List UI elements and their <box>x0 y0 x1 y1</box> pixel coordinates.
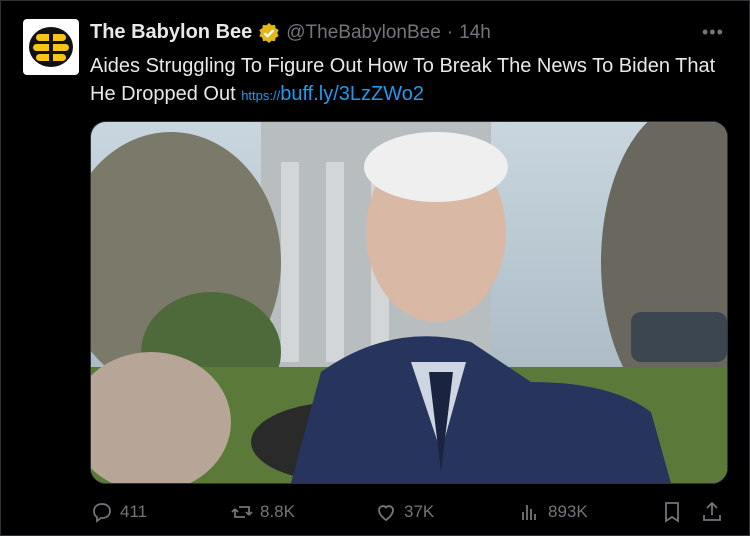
views-count: 893K <box>548 502 588 521</box>
reply-count: 411 <box>120 502 148 521</box>
action-bar: 411 8.8K 37K 893K <box>90 500 730 526</box>
link-text: buff.ly/3LzZWo2 <box>280 83 425 105</box>
media-image[interactable] <box>90 121 728 484</box>
post-time[interactable]: 14h <box>459 22 491 44</box>
babylon-bee-logo-icon <box>29 27 73 67</box>
views-button[interactable]: 893K <box>518 500 588 524</box>
reply-icon <box>93 503 111 523</box>
like-icon <box>378 505 394 522</box>
repost-count: 8.8K <box>260 502 295 521</box>
reply-button[interactable]: 411 <box>90 500 147 524</box>
photo-scene <box>91 122 727 483</box>
like-button[interactable]: 37K <box>374 500 434 524</box>
share-icon <box>703 501 721 521</box>
verified-badge-icon[interactable] <box>258 22 280 44</box>
bookmark-icon <box>665 502 679 523</box>
bookmark-button[interactable] <box>660 500 684 524</box>
avatar[interactable] <box>23 19 79 75</box>
tweet-text: Aides Struggling To Figure Out How To Br… <box>90 52 730 110</box>
share-button[interactable] <box>700 500 724 524</box>
author-name[interactable]: The Babylon Bee <box>90 21 252 44</box>
link-prefix: https:// <box>241 88 281 103</box>
more-icon[interactable]: ••• <box>702 22 724 43</box>
views-icon <box>522 505 536 520</box>
tweet-header: The Babylon Bee @TheBabylonBee · 14h <box>90 21 491 44</box>
repost-icon <box>231 506 253 518</box>
like-count: 37K <box>404 502 435 521</box>
repost-button[interactable]: 8.8K <box>230 500 295 524</box>
author-handle[interactable]: @TheBabylonBee <box>286 22 441 44</box>
header-separator: · <box>446 21 454 43</box>
tweet-link[interactable]: https://buff.ly/3LzZWo2 <box>241 83 424 105</box>
